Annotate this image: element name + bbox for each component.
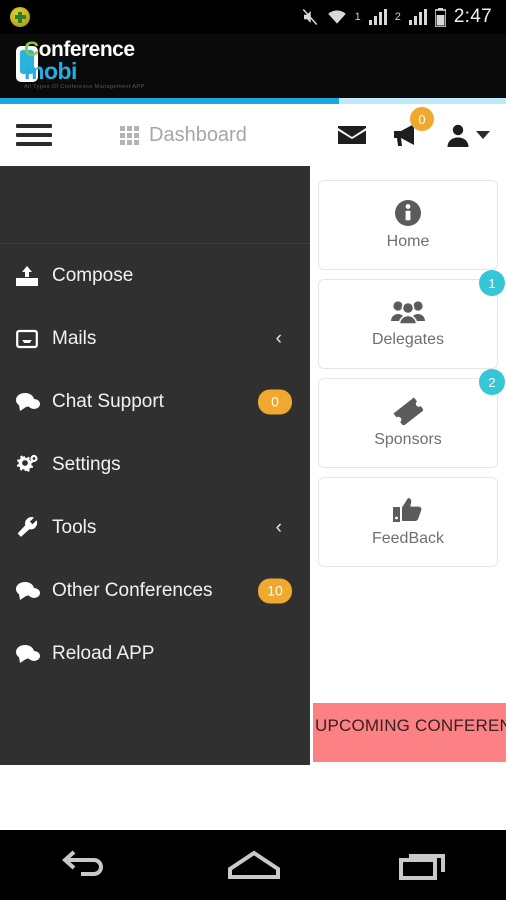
recents-icon[interactable] bbox=[399, 848, 447, 882]
comments-icon bbox=[16, 581, 46, 601]
announcements-button[interactable]: 0 bbox=[392, 107, 434, 147]
hamburger-icon[interactable] bbox=[16, 119, 52, 151]
sim1-label: 1 bbox=[354, 10, 361, 23]
dashboard-content: Home Delegates 1 Sponsors 2 FeedBack bbox=[310, 166, 506, 765]
notification-dot-icon bbox=[10, 7, 30, 27]
card-label: Delegates bbox=[371, 331, 445, 348]
android-navigation-bar bbox=[0, 830, 506, 900]
inbox-icon bbox=[16, 329, 46, 349]
mail-button[interactable] bbox=[338, 125, 366, 145]
brand-bar: Conference mobi All Types Of Conference … bbox=[0, 34, 506, 98]
menu-label: Chat Support bbox=[52, 390, 164, 412]
menu-item-settings[interactable]: Settings bbox=[0, 433, 310, 496]
card-badge: 1 bbox=[479, 270, 505, 296]
comments-icon bbox=[16, 644, 46, 664]
announcements-badge: 0 bbox=[410, 107, 434, 131]
menu-item-other-conferences[interactable]: Other Conferences 10 bbox=[0, 559, 310, 622]
card-sponsors[interactable]: Sponsors 2 bbox=[318, 369, 505, 468]
menu-label: Tools bbox=[52, 516, 97, 538]
side-drawer: Compose Mails ‹ Chat Support 0 Settings … bbox=[0, 166, 310, 765]
phone-screen: 1 2 2:47 Conference mobi All Types Of Co… bbox=[0, 0, 506, 900]
chevron-down-icon bbox=[476, 131, 490, 139]
logo-word-mobi: mobi bbox=[24, 58, 77, 84]
wifi-icon bbox=[327, 10, 346, 24]
user-menu-button[interactable] bbox=[446, 123, 490, 147]
page-title: Dashboard bbox=[120, 124, 247, 147]
menu-badge: 10 bbox=[258, 578, 292, 603]
sim2-label: 2 bbox=[394, 10, 401, 23]
envelope-icon bbox=[338, 126, 366, 144]
user-icon bbox=[447, 124, 469, 147]
top-navbar: Dashboard 0 bbox=[0, 104, 506, 166]
chevron-left-icon: ‹ bbox=[275, 516, 282, 538]
logo-tagline: All Types Of Conference Management APP bbox=[24, 84, 145, 90]
signal-icon bbox=[368, 9, 387, 25]
menu-item-compose[interactable]: Compose bbox=[0, 244, 310, 307]
upcoming-conferences-banner[interactable]: UPCOMING CONFERENCES bbox=[313, 703, 506, 762]
app-logo: Conference mobi All Types Of Conference … bbox=[16, 39, 145, 90]
card-home[interactable]: Home bbox=[318, 180, 498, 270]
group-icon bbox=[391, 301, 425, 325]
home-icon[interactable] bbox=[226, 849, 282, 881]
menu-item-mails[interactable]: Mails ‹ bbox=[0, 307, 310, 370]
logo-word-conference: Conference bbox=[24, 39, 145, 60]
chevron-left-icon: ‹ bbox=[275, 327, 282, 349]
thumbs-up-icon bbox=[393, 498, 422, 522]
shortcut-card-grid: Home Delegates 1 Sponsors 2 FeedBack bbox=[310, 166, 506, 567]
menu-item-tools[interactable]: Tools ‹ bbox=[0, 496, 310, 559]
menu-item-reload-app[interactable]: Reload APP bbox=[0, 622, 310, 685]
grid-icon bbox=[120, 125, 139, 145]
menu-label: Settings bbox=[52, 453, 121, 475]
navbar-actions: 0 bbox=[338, 107, 506, 147]
card-delegates[interactable]: Delegates 1 bbox=[318, 270, 505, 369]
battery-icon bbox=[434, 7, 446, 27]
menu-label: Mails bbox=[52, 327, 97, 349]
wrench-icon bbox=[16, 517, 46, 538]
card-feedback[interactable]: FeedBack bbox=[318, 477, 498, 567]
comments-icon bbox=[16, 392, 46, 412]
status-bar: 1 2 2:47 bbox=[0, 0, 506, 34]
menu-label: Compose bbox=[52, 264, 134, 286]
info-circle-icon bbox=[395, 200, 421, 226]
upcoming-conferences-label: UPCOMING CONFERENCES bbox=[315, 716, 506, 735]
upload-icon bbox=[16, 265, 46, 286]
menu-item-chat-support[interactable]: Chat Support 0 bbox=[0, 370, 310, 433]
card-label: FeedBack bbox=[371, 530, 445, 547]
menu-label: Reload APP bbox=[52, 642, 155, 664]
gears-icon bbox=[16, 454, 46, 475]
menu-badge: 0 bbox=[258, 389, 292, 414]
page-title-label: Dashboard bbox=[149, 123, 247, 146]
mute-icon bbox=[302, 8, 317, 26]
card-badge: 2 bbox=[479, 369, 505, 395]
card-label: Home bbox=[386, 233, 430, 250]
menu-label: Other Conferences bbox=[52, 579, 213, 601]
ticket-icon bbox=[393, 397, 423, 425]
status-bar-right: 1 2 2:47 bbox=[301, 6, 496, 28]
status-bar-left bbox=[10, 7, 30, 27]
clock: 2:47 bbox=[453, 6, 492, 27]
card-label: Sponsors bbox=[374, 431, 442, 448]
drawer-header-spacer bbox=[0, 166, 310, 244]
signal-icon bbox=[408, 9, 427, 25]
back-arrow-icon[interactable] bbox=[59, 848, 109, 882]
